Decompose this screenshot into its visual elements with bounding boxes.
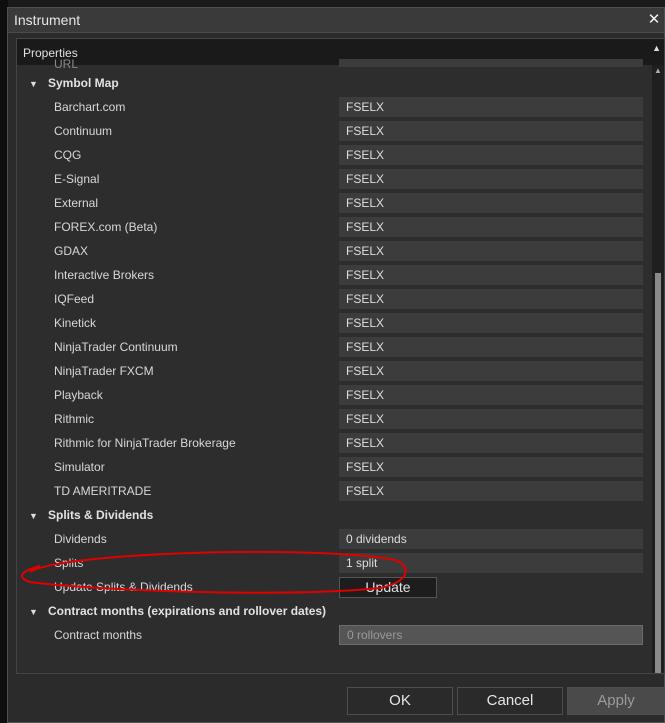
property-label: Continuum [54,124,113,138]
property-label: URL [54,57,79,71]
symbol-value[interactable]: FSELX [339,481,643,501]
title-bar[interactable]: Instrument ✕ [8,8,664,33]
property-row-symbol-map[interactable]: NinjaTrader Continuum FSELX [17,335,652,359]
collapse-triangle-icon[interactable]: ▼ [29,511,38,521]
update-button[interactable]: Update [339,577,437,598]
window-title: Instrument [14,12,81,28]
property-row-symbol-map[interactable]: Barchart.com FSELX [17,95,652,119]
property-label: Interactive Brokers [54,268,155,282]
category-label: Contract months (expirations and rollove… [48,604,327,618]
properties-panel: Properties ▲ URL ▼ Symbol Map Barchart.c… [16,38,665,674]
property-label: Simulator [54,460,105,474]
property-row-symbol-map[interactable]: IQFeed FSELX [17,287,652,311]
property-row-symbol-map[interactable]: Interactive Brokers FSELX [17,263,652,287]
property-label: NinjaTrader FXCM [54,364,154,378]
property-row-update: Update Splits & Dividends Update [17,575,652,599]
symbol-value[interactable]: FSELX [339,217,643,237]
symbol-value[interactable]: FSELX [339,97,643,117]
dividends-value[interactable]: 0 dividends [339,529,643,549]
symbol-value[interactable]: FSELX [339,409,643,429]
property-label: Update Splits & Dividends [54,580,193,594]
property-row-splits[interactable]: Splits 1 split [17,551,652,575]
symbol-value[interactable]: FSELX [339,337,643,357]
property-row-symbol-map[interactable]: Continuum FSELX [17,119,652,143]
property-row-symbol-map[interactable]: GDAX FSELX [17,239,652,263]
property-label: GDAX [54,244,89,258]
collapse-triangle-icon[interactable]: ▼ [29,79,38,89]
ok-button[interactable]: OK [347,687,453,715]
property-label: Splits [54,556,84,570]
property-label: FOREX.com (Beta) [54,220,158,234]
symbol-value[interactable]: FSELX [339,457,643,477]
symbol-value[interactable]: FSELX [339,289,643,309]
instrument-dialog: Instrument ✕ Properties ▲ URL ▼ Symbol M… [7,7,665,723]
symbol-value[interactable]: FSELX [339,265,643,285]
property-row-symbol-map[interactable]: Simulator FSELX [17,455,652,479]
category-symbol-map[interactable]: ▼ Symbol Map [17,71,652,95]
symbol-value[interactable]: FSELX [339,433,643,453]
property-label: Kinetick [54,316,97,330]
category-label: Splits & Dividends [48,508,154,522]
property-label: NinjaTrader Continuum [54,340,178,354]
symbol-value[interactable]: FSELX [339,121,643,141]
scroll-up-icon[interactable]: ▲ [654,66,662,75]
vertical-scrollbar[interactable]: ▲ [652,65,664,673]
property-row-symbol-map[interactable]: NinjaTrader FXCM FSELX [17,359,652,383]
collapse-triangle-icon[interactable]: ▼ [29,607,38,617]
category-splits-dividends[interactable]: ▼ Splits & Dividends [17,503,652,527]
symbol-value[interactable]: FSELX [339,193,643,213]
symbol-value[interactable]: FSELX [339,385,643,405]
property-label: CQG [54,148,82,162]
property-row-symbol-map[interactable]: Rithmic FSELX [17,407,652,431]
property-row-symbol-map[interactable]: External FSELX [17,191,652,215]
property-label: Barchart.com [54,100,126,114]
chevron-up-icon[interactable]: ▲ [652,43,661,53]
property-label: Dividends [54,532,107,546]
category-contract-months[interactable]: ▼ Contract months (expirations and rollo… [17,599,652,623]
property-label: E-Signal [54,172,100,186]
symbol-value[interactable]: FSELX [339,361,643,381]
property-row-symbol-map[interactable]: Kinetick FSELX [17,311,652,335]
symbol-value[interactable]: FSELX [339,313,643,333]
property-label: Rithmic for NinjaTrader Brokerage [54,436,236,450]
property-grid: URL ▼ Symbol Map Barchart.com FSELX Contin… [17,57,652,673]
scrollbar-thumb[interactable] [655,273,661,673]
property-row-contract-months[interactable]: Contract months 0 rollovers [17,623,652,647]
contract-months-value[interactable]: 0 rollovers [339,625,643,645]
apply-button[interactable]: Apply [567,687,665,715]
property-label: Playback [54,388,103,402]
property-row-dividends[interactable]: Dividends 0 dividends [17,527,652,551]
category-label: Symbol Map [48,76,119,90]
property-label: IQFeed [54,292,95,306]
property-value[interactable] [339,59,643,67]
property-row-symbol-map[interactable]: CQG FSELX [17,143,652,167]
close-icon[interactable]: ✕ [644,10,664,30]
property-row-symbol-map[interactable]: Rithmic for NinjaTrader Brokerage FSELX [17,431,652,455]
cancel-button[interactable]: Cancel [457,687,563,715]
property-row-symbol-map[interactable]: FOREX.com (Beta) FSELX [17,215,652,239]
property-row-url: URL [17,57,652,71]
property-row-symbol-map[interactable]: E-Signal FSELX [17,167,652,191]
symbol-value[interactable]: FSELX [339,145,643,165]
symbol-value[interactable]: FSELX [339,169,643,189]
splits-value[interactable]: 1 split [339,553,643,573]
property-label: Rithmic [54,412,95,426]
property-row-symbol-map[interactable]: TD AMERITRADE FSELX [17,479,652,503]
property-label: Contract months [54,628,143,642]
property-row-symbol-map[interactable]: Playback FSELX [17,383,652,407]
symbol-value[interactable]: FSELX [339,241,643,261]
property-label: External [54,196,99,210]
property-label: TD AMERITRADE [54,484,152,498]
